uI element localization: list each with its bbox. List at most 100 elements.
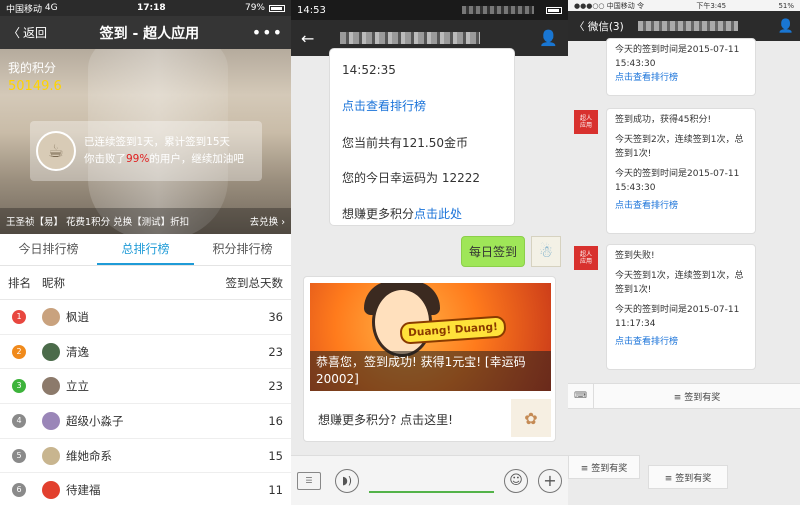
table-header: 排名 昵称 签到总天数 bbox=[0, 266, 291, 300]
nickname: 立立 bbox=[66, 379, 89, 394]
network-label: 4G bbox=[44, 3, 58, 13]
wechat-chat-screen: ●●●○○ 中国移动 令 下午3:45 51% 〈 微信(3) 👤 今天的签到时… bbox=[568, 0, 800, 505]
profile-icon[interactable]: 👤 bbox=[539, 29, 558, 47]
status-bar: 中国移动 4G 17:18 79% bbox=[0, 0, 291, 16]
back-button[interactable]: 〈 微信(3) bbox=[574, 19, 624, 34]
tab-points[interactable]: 积分排行榜 bbox=[194, 234, 291, 265]
back-button[interactable]: 〈 返回 bbox=[8, 24, 47, 41]
ranking-list: 1 枫逍 36 2 清逸 23 3 立立 23 4 超级小淼子 16 5 维她命系 15 6 待建福 11 bbox=[0, 300, 291, 505]
menu-item-checkin-bottom-left[interactable]: ≡ 签到有奖 bbox=[568, 455, 640, 479]
battery-icon bbox=[546, 6, 562, 14]
plus-icon[interactable]: + bbox=[538, 468, 562, 493]
more-menu-icon[interactable]: ••• bbox=[252, 23, 283, 42]
tab-today[interactable]: 今日排行榜 bbox=[0, 234, 97, 265]
msg2-line1: 签到成功，获得45积分! bbox=[615, 115, 712, 125]
menu-item-checkin[interactable]: ≡ 签到有奖 bbox=[594, 390, 800, 403]
nickname: 超级小淼子 bbox=[66, 413, 124, 428]
promo-bar: 王圣祯【易】 花费1积分 兑换【测试】折扣 去兑换 › bbox=[0, 208, 291, 234]
beat-suffix: 的用户，继续加油吧 bbox=[149, 153, 244, 165]
obscured-title bbox=[340, 32, 481, 44]
lucky-line: 您的今日幸运码为 12222 bbox=[342, 171, 480, 185]
header-nickname: 昵称 bbox=[42, 275, 65, 290]
more-line: 想赚更多积分点击此处 bbox=[342, 205, 462, 222]
nickname: 枫逍 bbox=[66, 309, 89, 324]
rank-badge: 5 bbox=[12, 448, 26, 463]
avatar bbox=[42, 481, 60, 500]
battery-percent: 51% bbox=[778, 1, 794, 10]
chevron-right-icon: › bbox=[281, 217, 285, 228]
clock: 14:53 bbox=[297, 4, 326, 16]
msg3-rank-link[interactable]: 点击查看排行榜 bbox=[615, 335, 747, 349]
redeem-link[interactable]: 去兑换 › bbox=[250, 214, 285, 228]
total-days: 23 bbox=[268, 344, 283, 359]
table-row[interactable]: 3 立立 23 bbox=[0, 369, 291, 405]
total-days: 16 bbox=[268, 413, 283, 428]
time-line: 14:52:35 bbox=[342, 63, 396, 77]
nickname: 待建福 bbox=[66, 483, 101, 498]
msg1-line1: 今天的签到时间是2015-07-11 bbox=[615, 45, 740, 55]
table-row[interactable]: 4 超级小淼子 16 bbox=[0, 404, 291, 439]
msg1-line2: 15:43:30 bbox=[615, 59, 656, 69]
carrier-label: 中国移动 bbox=[6, 4, 43, 15]
msg3-line2: 今天签到1次，连续签到1次，总签到1次! bbox=[615, 271, 744, 295]
status-bar: ●●●○○ 中国移动 令 下午3:45 51% bbox=[568, 0, 800, 11]
msg2-rank-link[interactable]: 点击查看排行榜 bbox=[615, 199, 747, 213]
avatar bbox=[42, 342, 60, 361]
message-input[interactable] bbox=[369, 469, 494, 493]
leaderboard-screen: 中国移动 4G 17:18 79% 〈 返回 签到 - 超人应用 ••• 我的积… bbox=[0, 0, 291, 505]
tab-total[interactable]: 总排行榜 bbox=[97, 234, 194, 265]
nickname: 清逸 bbox=[66, 344, 89, 359]
msg3-line1: 签到失败! bbox=[615, 251, 655, 261]
news-card[interactable]: Duang! Duang! 恭喜您，签到成功! 获得1元宝! [幸运码20002… bbox=[303, 276, 556, 442]
voice-icon[interactable]: ◗) bbox=[335, 468, 359, 493]
total-days: 23 bbox=[268, 379, 283, 394]
total-days: 11 bbox=[268, 483, 283, 498]
total-days: 15 bbox=[268, 448, 283, 463]
msg3-line4: 11:17:34 bbox=[615, 319, 656, 329]
table-row[interactable]: 6 待建福 11 bbox=[0, 473, 291, 505]
avatar bbox=[42, 411, 60, 430]
message-card-2: 签到成功，获得45积分! 今天签到2次，连续签到1次，总签到1次! 今天的签到时… bbox=[606, 108, 756, 234]
rank-badge: 1 bbox=[12, 309, 26, 324]
table-row[interactable]: 1 枫逍 36 bbox=[0, 300, 291, 335]
cartoon-thumb-icon: ✿ bbox=[511, 399, 551, 437]
header-rank: 排名 bbox=[8, 275, 31, 290]
battery-icon bbox=[269, 4, 285, 12]
table-row[interactable]: 2 清逸 23 bbox=[0, 334, 291, 370]
beat-percent: 99% bbox=[126, 153, 150, 165]
menu-toggle-icon[interactable]: ☰ bbox=[297, 471, 321, 490]
received-message: 14:52:35 点击查看排行榜 您当前共有121.50金币 您的今日幸运码为 … bbox=[329, 48, 515, 226]
battery-percent: 79% bbox=[244, 3, 265, 13]
rank-link[interactable]: 点击查看排行榜 bbox=[342, 97, 426, 114]
beat-prefix: 你击败了 bbox=[84, 153, 126, 165]
avatar bbox=[42, 307, 60, 326]
back-arrow-icon[interactable]: ← bbox=[301, 29, 314, 48]
streak-line: 已连续签到1天，累计签到15天 bbox=[84, 136, 231, 148]
beat-line: 你击败了99%的用户，继续加油吧 bbox=[84, 151, 244, 168]
chevron-left-icon: 〈 bbox=[8, 26, 21, 40]
news-more[interactable]: 想赚更多积分? 点击这里! bbox=[318, 411, 453, 428]
points-hero: 我的积分 50149.6 ☕ 已连续签到1天，累计签到15天 你击败了99%的用… bbox=[0, 49, 291, 234]
message-card-3: 签到失败! 今天签到1次，连续签到1次，总签到1次! 今天的签到时间是2015-… bbox=[606, 244, 756, 370]
keyboard-icon[interactable]: ⌨ bbox=[568, 384, 594, 408]
header-total-days: 签到总天数 bbox=[225, 275, 284, 290]
message-card-1: 今天的签到时间是2015-07-11 15:43:30 点击查看排行榜 bbox=[606, 38, 756, 96]
stats-card: ☕ 已连续签到1天，累计签到15天 你击败了99%的用户，继续加油吧 bbox=[30, 121, 262, 181]
profile-icon[interactable]: 👤 bbox=[778, 19, 794, 34]
rank-badge: 2 bbox=[12, 344, 26, 359]
points-value: 50149.6 bbox=[8, 79, 62, 94]
stats-text: 已连续签到1天，累计签到15天 你击败了99%的用户，继续加油吧 bbox=[84, 134, 244, 168]
ranking-tabs: 今日排行榜 总排行榜 积分排行榜 bbox=[0, 234, 291, 266]
chat-screen: 14:53 ← 👤 14:52:35 点击查看排行榜 您当前共有121.50金币… bbox=[291, 0, 568, 505]
more-link[interactable]: 点击此处 bbox=[414, 207, 462, 221]
table-row[interactable]: 5 维她命系 15 bbox=[0, 438, 291, 474]
clock: 下午3:45 bbox=[696, 1, 727, 10]
input-bar: ☰ ◗) ☺ + bbox=[291, 455, 568, 505]
emoji-icon[interactable]: ☺ bbox=[504, 468, 528, 493]
obscured-title bbox=[637, 21, 738, 31]
msg1-rank-link[interactable]: 点击查看排行榜 bbox=[615, 71, 747, 85]
msg3-line3: 今天的签到时间是2015-07-11 bbox=[615, 305, 740, 315]
menu-item-checkin-bottom-right[interactable]: ≡ 签到有奖 bbox=[648, 465, 728, 489]
user-avatar: ☕ bbox=[36, 131, 76, 171]
clock: 17:18 bbox=[136, 3, 166, 13]
